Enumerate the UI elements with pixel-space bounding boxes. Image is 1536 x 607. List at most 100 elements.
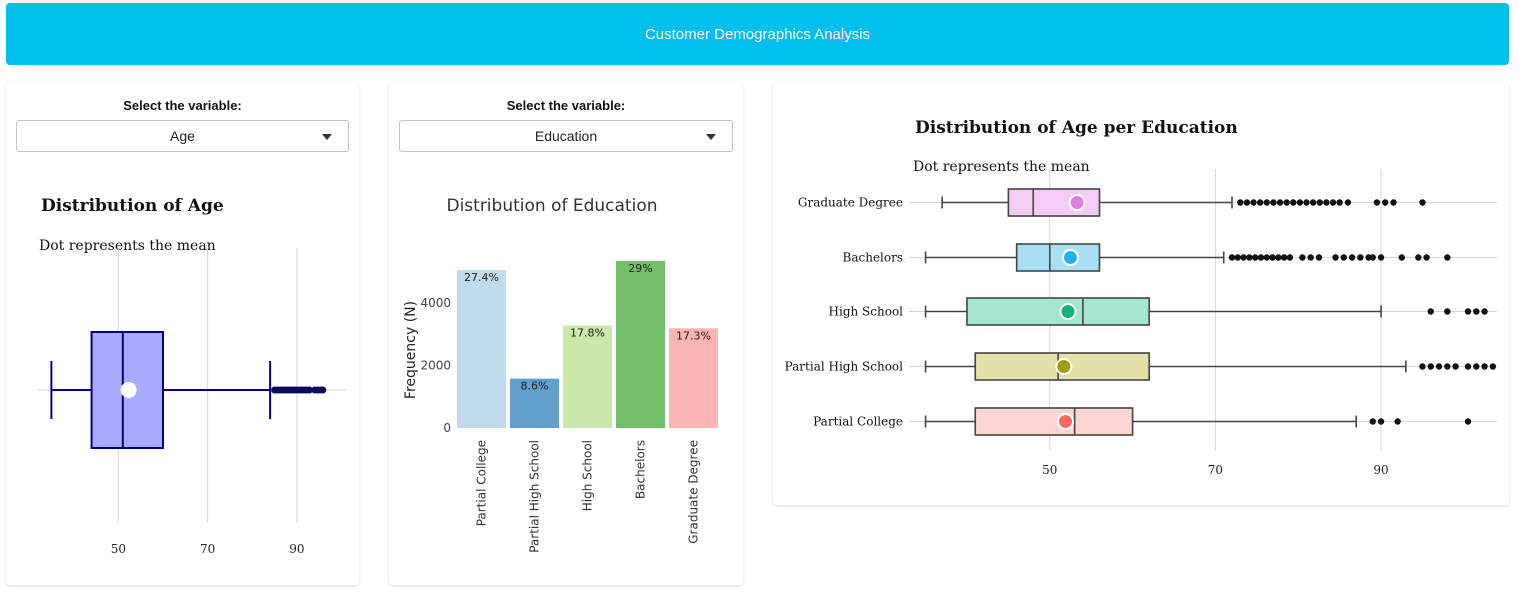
outlier-point xyxy=(1263,199,1270,206)
outlier-point xyxy=(1246,254,1253,261)
data-label: 17.3% xyxy=(676,329,711,342)
outlier-point xyxy=(1323,199,1330,206)
category-label: Partial High School xyxy=(785,360,904,374)
outlier-point xyxy=(1473,308,1480,315)
outlier-point xyxy=(1357,254,1364,261)
box xyxy=(974,407,1134,436)
outlier-point xyxy=(1316,199,1323,206)
outlier-point xyxy=(1251,254,1259,261)
outlier-point xyxy=(1481,363,1488,370)
bar xyxy=(457,270,506,428)
data-label: 17.8% xyxy=(570,327,605,340)
x-tick-label: 90 xyxy=(289,542,304,556)
outlier-point xyxy=(1290,199,1297,206)
x-tick-label: Partial College xyxy=(475,440,489,526)
outlier-point xyxy=(1348,254,1356,261)
outlier-point xyxy=(1473,363,1480,370)
outlier-point xyxy=(1464,308,1472,315)
outlier-point xyxy=(1444,363,1451,370)
outlier-point xyxy=(1332,254,1339,261)
mean-dot xyxy=(1068,194,1086,211)
outlier-point xyxy=(1263,254,1270,261)
y-axis-label: Frequency (N) xyxy=(403,301,419,399)
mean-dot xyxy=(1057,413,1075,430)
outlier-point xyxy=(1243,199,1251,206)
panel-age-per-education: Distribution of Age per Education Dot re… xyxy=(773,83,1509,505)
outlier-point xyxy=(1419,199,1426,206)
outlier-point xyxy=(1257,254,1265,261)
outlier-point xyxy=(1427,363,1434,370)
outlier-point xyxy=(1427,308,1434,315)
outlier-point xyxy=(1303,199,1310,206)
outlier-point xyxy=(319,386,327,394)
chart-title: Distribution of Education xyxy=(446,196,657,216)
outlier-point xyxy=(1444,254,1451,261)
outlier-point xyxy=(1270,199,1277,206)
outlier-point xyxy=(1336,199,1343,206)
outlier-point xyxy=(1329,199,1337,206)
x-tick-label: High School xyxy=(581,440,595,511)
app-title: Customer Demographics Analysis xyxy=(644,25,871,43)
outlier-point xyxy=(1435,363,1443,370)
box xyxy=(1007,188,1101,217)
outlier-point xyxy=(1286,254,1294,261)
mean-dot xyxy=(120,382,137,398)
outlier-point xyxy=(1381,199,1389,206)
outlier-point xyxy=(1373,199,1381,206)
outlier-point xyxy=(1377,254,1385,261)
chart-title: Distribution of Age xyxy=(41,196,224,216)
age-boxplot: Distribution of Age Dot represents the m… xyxy=(38,196,346,556)
outlier-point xyxy=(1276,199,1284,206)
outlier-point xyxy=(1228,254,1236,261)
mean-dot xyxy=(1061,249,1079,266)
outlier-point xyxy=(1394,418,1401,425)
outlier-point xyxy=(1234,254,1241,261)
category-label: Graduate Degree xyxy=(798,196,903,210)
outlier-point xyxy=(1390,199,1397,206)
category-label: Partial College xyxy=(813,415,903,429)
outlier-point xyxy=(1419,363,1426,370)
app-header: Customer Demographics Analysis xyxy=(6,3,1509,65)
x-tick-label: 90 xyxy=(1373,463,1388,477)
outlier-point xyxy=(1369,418,1376,425)
outlier-point xyxy=(1464,418,1472,425)
outlier-point xyxy=(1377,418,1385,425)
outlier-point xyxy=(1444,308,1451,315)
outlier-point xyxy=(1237,199,1244,206)
outlier-point xyxy=(1481,308,1488,315)
outlier-point xyxy=(1296,199,1304,206)
outlier-point xyxy=(1398,254,1405,261)
education-barchart: Distribution of Education Frequency (N) … xyxy=(403,196,718,553)
x-tick-label: Partial High School xyxy=(528,440,542,553)
panel-age: Select the variable: Age Distribution of… xyxy=(6,83,359,585)
outlier-point xyxy=(1415,254,1422,261)
outlier-point xyxy=(1283,199,1290,206)
outlier-point xyxy=(1344,199,1352,206)
outlier-point xyxy=(1299,254,1306,261)
outlier-point xyxy=(1309,199,1317,206)
outlier-point xyxy=(1452,363,1459,370)
outlier-point xyxy=(1250,199,1257,206)
x-tick-label: 50 xyxy=(1042,463,1057,477)
outlier-point xyxy=(1489,363,1497,370)
bar xyxy=(616,260,665,428)
category-label: High School xyxy=(829,305,904,319)
chart-subtitle: Dot represents the mean xyxy=(39,238,216,254)
outlier-point xyxy=(1269,254,1276,261)
outlier-point xyxy=(1340,254,1347,261)
outlier-point xyxy=(1315,254,1323,261)
outlier-point xyxy=(1423,254,1430,261)
data-label: 8.6% xyxy=(521,380,549,393)
x-tick-label: 50 xyxy=(111,542,126,556)
category-label: Bachelors xyxy=(843,251,903,265)
mean-dot xyxy=(1055,358,1073,375)
outlier-point xyxy=(1307,254,1314,261)
mean-dot xyxy=(1059,303,1077,320)
outlier-point xyxy=(1275,254,1282,261)
x-tick-label: Graduate Degree xyxy=(687,440,701,544)
box xyxy=(1015,243,1101,272)
chart-title: Distribution of Age per Education xyxy=(915,118,1238,138)
age-per-education-boxplot: Distribution of Age per Education Dot re… xyxy=(785,118,1497,477)
data-label: 29% xyxy=(628,262,652,275)
outlier-point xyxy=(1369,254,1376,261)
